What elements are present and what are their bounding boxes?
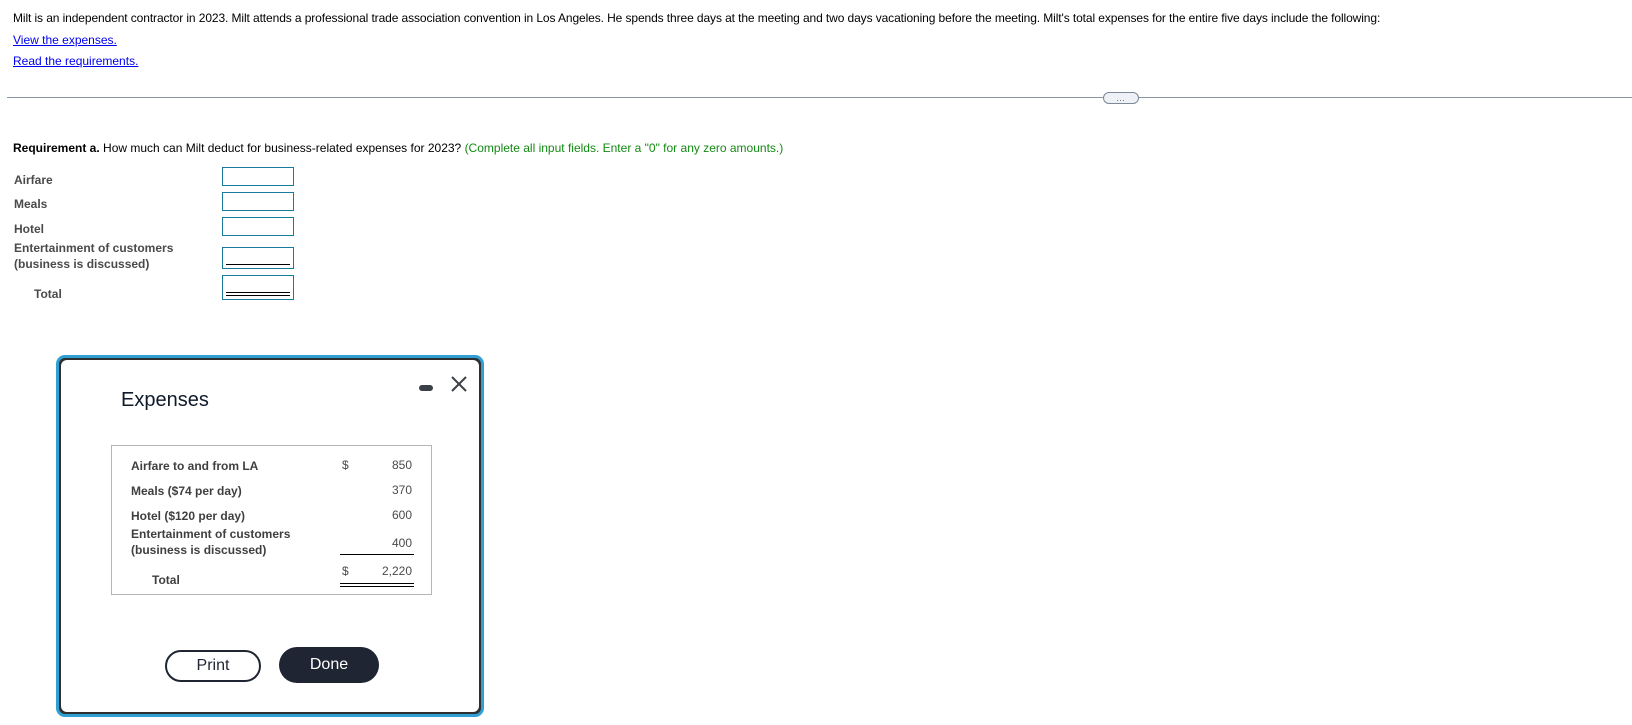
close-icon[interactable] xyxy=(449,374,469,394)
done-button[interactable]: Done xyxy=(279,647,379,683)
read-requirements-link[interactable]: Read the requirements. xyxy=(13,53,138,69)
expense-value-entertainment: 400 xyxy=(391,536,412,550)
expense-value-hotel: 600 xyxy=(391,508,412,522)
expenses-table: Airfare to and from LA $ 850 Meals ($74 … xyxy=(111,445,432,595)
section-divider xyxy=(7,97,1632,98)
airfare-label: Airfare xyxy=(14,173,53,187)
print-button[interactable]: Print xyxy=(165,650,261,682)
requirement-label: Requirement a. xyxy=(13,141,100,155)
more-icon: … xyxy=(1116,92,1126,103)
entertainment-input[interactable] xyxy=(222,247,294,269)
total-input[interactable] xyxy=(222,275,294,300)
expense-label-airfare: Airfare to and from LA xyxy=(131,459,259,473)
expense-value-airfare: 850 xyxy=(391,458,412,472)
problem-statement: Milt is an independent contractor in 202… xyxy=(13,11,1381,25)
requirement-question: How much can Milt deduct for business-re… xyxy=(99,141,465,155)
meals-input[interactable] xyxy=(222,192,294,211)
subtotal-rule xyxy=(340,554,414,555)
expense-label-meals: Meals ($74 per day) xyxy=(131,484,242,498)
requirement-hint: (Complete all input fields. Enter a "0" … xyxy=(464,141,784,155)
minimize-icon[interactable] xyxy=(419,385,433,391)
view-expenses-link[interactable]: View the expenses. xyxy=(13,32,117,48)
expand-collapse-handle[interactable]: … xyxy=(1103,92,1139,104)
expense-label-hotel: Hotel ($120 per day) xyxy=(131,509,246,523)
expense-label-entertainment-line1: Entertainment of customers xyxy=(131,527,291,541)
currency-symbol: $ xyxy=(342,564,349,578)
expense-label-entertainment-line2: (business is discussed) xyxy=(131,543,267,557)
expense-value-total: 2,220 xyxy=(381,564,412,578)
requirement-prompt: Requirement a. How much can Milt deduct … xyxy=(13,140,783,156)
expense-value-meals: 370 xyxy=(391,483,412,497)
hotel-label: Hotel xyxy=(14,222,44,236)
expenses-dialog-body: Expenses Airfare to and from LA $ 850 Me… xyxy=(61,360,479,712)
expenses-dialog: Expenses Airfare to and from LA $ 850 Me… xyxy=(56,355,484,717)
total-label: Total xyxy=(34,287,62,301)
entertainment-label-line2: (business is discussed) xyxy=(14,257,150,271)
total-double-rule xyxy=(340,583,414,587)
entertainment-label-line1: Entertainment of customers xyxy=(14,241,174,255)
dialog-title: Expenses xyxy=(121,389,209,411)
expense-label-total: Total xyxy=(152,573,180,587)
hotel-input[interactable] xyxy=(222,217,294,236)
meals-label: Meals xyxy=(14,197,48,211)
currency-symbol: $ xyxy=(342,458,349,472)
airfare-input[interactable] xyxy=(222,167,294,186)
